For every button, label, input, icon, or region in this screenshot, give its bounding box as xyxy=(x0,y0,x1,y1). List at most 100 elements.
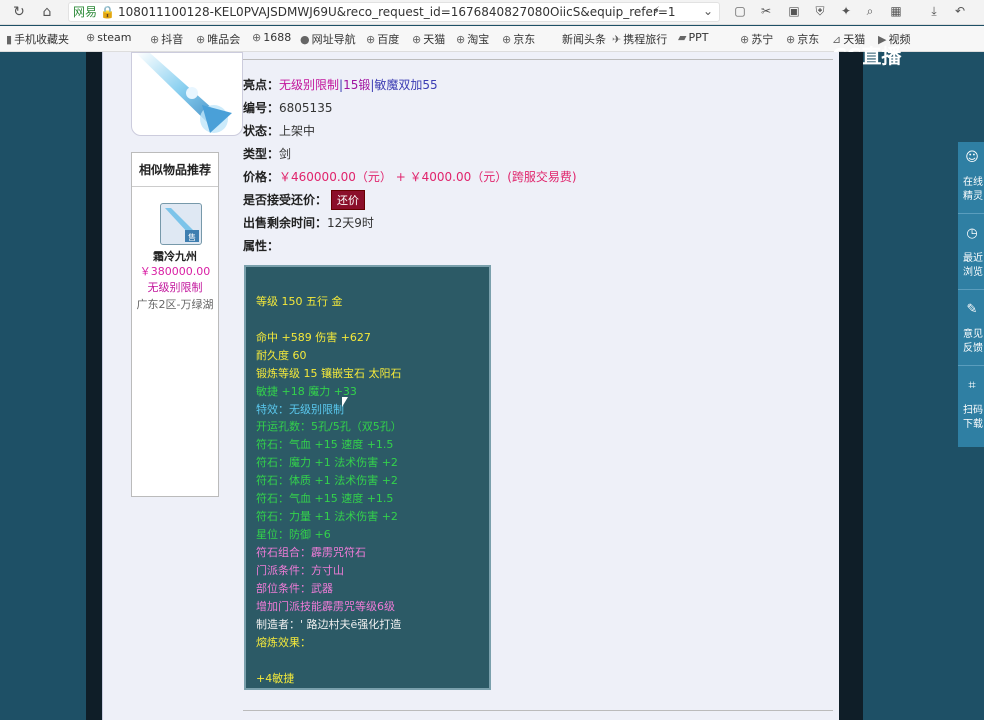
mouse-cursor-icon xyxy=(342,397,348,407)
attr-line: 符石：魔力 +1 法术伤害 +2 xyxy=(256,456,398,469)
side-widget-recent[interactable]: ◷ 最近浏览 xyxy=(958,218,984,290)
phone-icon: ▮ xyxy=(6,33,13,46)
browser-toolbar: ↻ ⌂ 网易 🔒 108011100128-KEL0PVAJSDMWJ69U&rec… xyxy=(0,0,984,25)
undo-icon[interactable]: ↶ xyxy=(952,3,968,19)
item-price: ￥460000.00（元） + ￥4000.00（元）(跨服交易费) xyxy=(279,170,577,184)
item-image xyxy=(131,52,243,136)
download-icon[interactable]: ⤓ xyxy=(926,3,942,19)
bookmark-item[interactable]: ⊕ 百度 xyxy=(366,31,399,47)
attr-line: 开运孔数：5孔/5孔（双5孔） xyxy=(256,420,402,433)
attr-line: 增加门派技能霹雳咒等级6级 xyxy=(256,600,395,613)
grid-icon[interactable]: ▦ xyxy=(888,3,904,19)
url-text: 108011100128-KEL0PVAJSDMWJ69U&reco_reque… xyxy=(117,5,676,19)
attr-line: 符石：气血 +15 速度 +1.5 xyxy=(256,492,394,505)
attr-line: 锻炼等级 15 镶嵌宝石 太阳石 xyxy=(256,367,402,380)
attr-line: +4敏捷 xyxy=(256,672,295,685)
bookmark-item[interactable]: ⊕ 淘宝 xyxy=(456,31,489,47)
highlight-forge: 15锻 xyxy=(343,78,371,92)
scissors-icon[interactable]: ✂ xyxy=(758,3,774,19)
counter-offer-row: 是否接受还价： 还价 xyxy=(243,190,366,210)
bookmark-item[interactable]: ⊕ 天猫 xyxy=(412,31,445,47)
item-type: 剑 xyxy=(279,147,292,161)
side-widget-online-assistant[interactable]: ☺ 在线精灵 xyxy=(958,142,984,214)
globe-icon: ⊕ xyxy=(86,31,96,44)
attr-line: 耐久度 60 xyxy=(256,349,307,362)
attr-line: 门派条件：方寸山 xyxy=(256,564,344,577)
globe-icon: ⊕ xyxy=(150,33,160,46)
bookmark-item[interactable]: ⊕ 唯品会 xyxy=(196,31,240,47)
bookmark-item[interactable]: ● 网址导航 xyxy=(300,31,356,47)
similar-price: ￥380000.00 xyxy=(139,265,211,278)
attr-line: 符石组合：霹雳咒符石 xyxy=(256,546,366,559)
attr-line: 特效：无级别限制 xyxy=(256,403,344,416)
attr-line: 符石：体质 +1 法术伤害 +2 xyxy=(256,474,398,487)
bookmark-item[interactable]: ⊕ 苏宁 xyxy=(740,31,773,47)
magnifier-icon[interactable]: ⌕ xyxy=(862,3,878,19)
site-badge: 网易 xyxy=(73,5,98,19)
bookmark-item[interactable]: ⊕ 1688 xyxy=(252,31,291,44)
price-row: 价格：￥460000.00（元） + ￥4000.00（元）(跨服交易费) xyxy=(243,170,577,184)
bookmark-item[interactable]: ⊕ 抖音 xyxy=(150,31,183,47)
sale-badge: 售 xyxy=(188,232,196,242)
side-widget-feedback[interactable]: ✎ 意见反馈 xyxy=(958,294,984,366)
similar-item-thumbnail[interactable]: 售 xyxy=(160,203,202,245)
side-widget: ☺ 在线精灵 ◷ 最近浏览 ✎ 意见反馈 ⌗ 扫码下载 xyxy=(958,142,984,447)
bookmark-item[interactable]: ⊕ 京东 xyxy=(786,31,819,47)
bookmark-item[interactable]: 新闻头条 xyxy=(562,31,606,47)
id-row: 编号：6805135 xyxy=(243,101,333,115)
globe-icon: ⊕ xyxy=(412,33,422,46)
chevron-down-icon[interactable]: ⌄ xyxy=(700,3,716,19)
similar-items-panel: 相似物品推荐 售 霜冷九州 ￥380000.00 无级别限制 广东2区-万绿湖 xyxy=(131,152,219,497)
time-remaining: 12天9时 xyxy=(327,216,374,230)
similar-name[interactable]: 霜冷九州 xyxy=(132,248,218,264)
home-icon[interactable]: ⌂ xyxy=(38,3,56,21)
attribute-box: 等级 150 五行 金 命中 +589 伤害 +627 耐久度 60 锻炼等级 … xyxy=(244,265,491,690)
bookmark-item[interactable]: ▰ PPT xyxy=(678,31,708,44)
time-row: 出售剩余时间：12天9时 xyxy=(243,216,374,230)
lightning-icon[interactable]: ⚡ xyxy=(648,3,664,19)
attr-line: 符石：力量 +1 法术伤害 +2 xyxy=(256,510,398,523)
counter-offer-button[interactable]: 还价 xyxy=(331,190,366,210)
attr-line: 熔炼效果： xyxy=(256,636,311,649)
fox-icon[interactable]: ✦ xyxy=(838,3,854,19)
attr-line: 命中 +589 伤害 +627 xyxy=(256,331,371,344)
tab-strip-cut-off xyxy=(243,52,833,60)
globe-icon: ⊕ xyxy=(456,33,466,46)
attr-row: 属性： xyxy=(243,239,280,253)
plane-icon: ✈ xyxy=(612,33,622,46)
assistant-avatar-icon: ☺ xyxy=(965,150,979,165)
bookmark-item[interactable]: ⊕ 京东 xyxy=(502,31,535,47)
shield-icon[interactable]: ⛨ xyxy=(812,3,828,19)
edit-icon: ✎ xyxy=(966,302,978,317)
bookmark-item[interactable]: ▮ 手机收藏夹 xyxy=(6,31,69,47)
attr-line: 星位：防御 +6 xyxy=(256,528,331,541)
globe-icon: ⊕ xyxy=(786,33,796,46)
globe-icon: ⊕ xyxy=(366,33,376,46)
divider xyxy=(243,710,833,711)
item-status: 上架中 xyxy=(279,124,316,138)
clock-icon: ◷ xyxy=(966,226,978,241)
highlight-stats: 敏魔双加55 xyxy=(374,78,438,92)
status-row: 状态：上架中 xyxy=(243,124,316,138)
attr-line: 部位条件：武器 xyxy=(256,582,333,595)
nav-icon: ● xyxy=(300,33,310,46)
bookmark-item[interactable]: ✈ 携程旅行 xyxy=(612,31,667,47)
globe-icon: ⊕ xyxy=(196,33,206,46)
side-widget-download[interactable]: ⌗ 扫码下载 xyxy=(958,370,984,442)
address-bar[interactable]: 网易 🔒 108011100128-KEL0PVAJSDMWJ69U&reco_re… xyxy=(68,2,720,22)
attr-line: 符石：气血 +15 速度 +1.5 xyxy=(256,438,394,451)
scan-icon: ⌗ xyxy=(968,378,976,393)
refresh-icon[interactable]: ↻ xyxy=(10,3,28,21)
globe-icon: ⊕ xyxy=(252,31,262,44)
lock-icon: 🔒 xyxy=(100,5,115,19)
bookmark-item[interactable]: ⊕ steam xyxy=(86,31,132,44)
item-detail-page: 亮点：无级别限制|15锻|敏魔双加55 编号：6805135 状态：上架中 类型… xyxy=(102,52,839,720)
highlight-no-level-limit: 无级别限制 xyxy=(279,78,340,92)
attr-line: 制造者：' 路边村夫ё强化打造 xyxy=(256,618,402,631)
window-icon[interactable]: ▢ xyxy=(732,3,748,19)
highlight-row: 亮点：无级别限制|15锻|敏魔双加55 xyxy=(243,78,438,92)
similar-title: 相似物品推荐 xyxy=(132,153,218,187)
extension-icon[interactable]: ▣ xyxy=(786,3,802,19)
similar-tag: 无级别限制 xyxy=(147,281,203,294)
item-card: 亮点：无级别限制|15锻|敏魔双加55 编号：6805135 状态：上架中 类型… xyxy=(102,52,839,720)
